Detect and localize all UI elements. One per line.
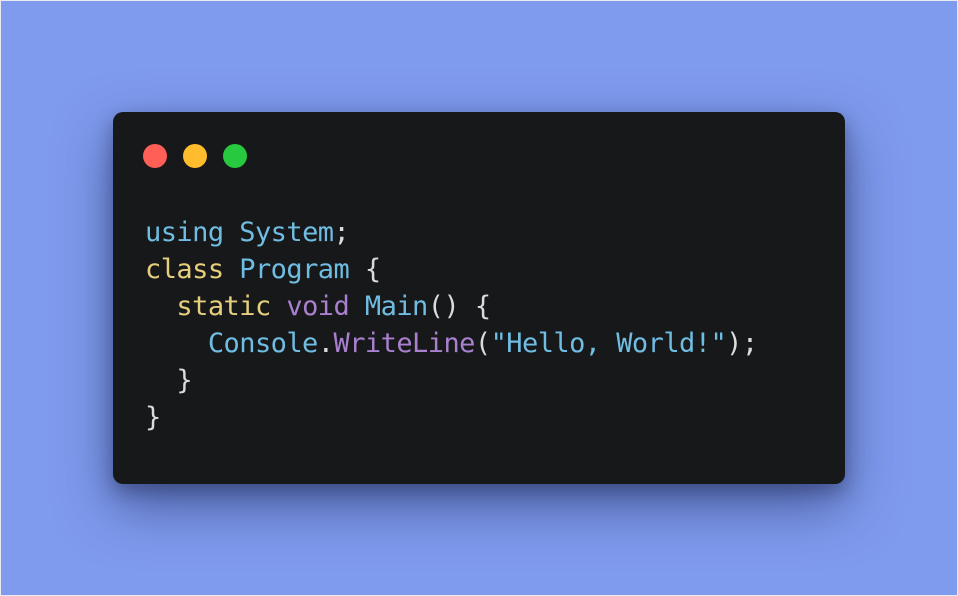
namespace-name: System — [239, 217, 334, 248]
close-brace: } — [145, 402, 161, 433]
code-line: Console.WriteLine("Hello, World!"); — [145, 325, 758, 362]
console-object: Console — [207, 328, 319, 359]
method-call-name: WriteLine — [333, 328, 476, 359]
code-window: using System; class Program { static void… — [113, 112, 845, 484]
open-paren: ( — [474, 328, 491, 359]
method-name: Main — [364, 291, 428, 322]
code-line: } — [145, 362, 758, 399]
close-paren-semicolon: ); — [726, 328, 758, 359]
window-controls — [143, 144, 247, 168]
open-brace: { — [474, 291, 491, 322]
close-button[interactable] — [143, 144, 167, 168]
keyword-using: using — [145, 217, 224, 248]
minimize-button[interactable] — [183, 144, 207, 168]
code-line: using System; — [145, 214, 758, 251]
string-literal: "Hello, World!" — [490, 328, 727, 359]
code-line: class Program { — [145, 251, 758, 288]
semicolon: ; — [333, 217, 350, 248]
code-line: } — [145, 399, 758, 436]
dot-operator: . — [317, 328, 334, 359]
parens: () — [427, 291, 460, 322]
keyword-class: class — [145, 254, 224, 285]
maximize-button[interactable] — [223, 144, 247, 168]
open-brace: { — [364, 254, 381, 285]
keyword-void: void — [286, 291, 350, 322]
class-name: Program — [239, 254, 350, 285]
close-brace: } — [176, 365, 193, 396]
keyword-static: static — [176, 291, 271, 322]
code-block: using System; class Program { static void… — [145, 214, 758, 436]
code-line: static void Main() { — [145, 288, 758, 325]
